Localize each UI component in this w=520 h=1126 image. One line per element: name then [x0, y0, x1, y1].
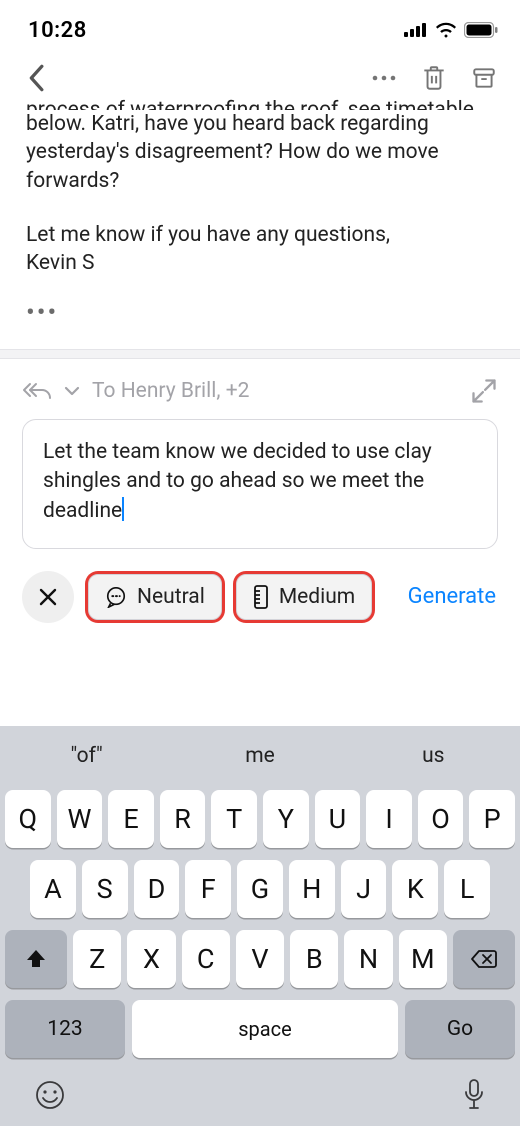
ai-controls-row: Neutral Medium Generate	[0, 549, 520, 639]
keyboard-bottom-row	[0, 1066, 520, 1118]
delete-button[interactable]	[416, 60, 452, 96]
key-row-bottom: 123 space Go	[0, 1000, 520, 1066]
email-body: process of waterproofing the roof, see t…	[0, 96, 520, 331]
chevron-left-icon	[27, 64, 45, 92]
reply-to-field[interactable]: To Henry Brill, +2	[92, 379, 458, 403]
key-row-1: Q W E R T Y U I O P	[5, 790, 515, 848]
close-icon	[38, 587, 58, 607]
tone-chip[interactable]: Neutral	[88, 574, 222, 620]
key-m[interactable]: M	[399, 930, 447, 988]
key-i[interactable]: I	[366, 790, 412, 848]
back-button[interactable]	[18, 60, 54, 96]
compose-container: Let the team know we decided to use clay…	[0, 419, 520, 549]
key-l[interactable]: L	[444, 860, 490, 918]
key-f[interactable]: F	[185, 860, 231, 918]
email-signoff-line1: Let me know if you have any questions,	[26, 221, 494, 249]
key-e[interactable]: E	[108, 790, 154, 848]
mic-key[interactable]	[462, 1078, 486, 1112]
ruler-icon	[253, 585, 269, 609]
suggestion-2[interactable]: me	[173, 744, 346, 768]
key-o[interactable]: O	[418, 790, 464, 848]
key-n[interactable]: N	[344, 930, 392, 988]
key-row-3: Z X C V B N M	[5, 930, 515, 988]
keyboard: "of" me us Q W E R T Y U I O P A S D F G…	[0, 726, 520, 1126]
key-k[interactable]: K	[392, 860, 438, 918]
suggestion-1[interactable]: "of"	[0, 744, 173, 768]
tone-chip-label: Neutral	[137, 585, 205, 609]
key-v[interactable]: V	[236, 930, 284, 988]
ellipsis-icon	[371, 74, 397, 82]
suggestion-3[interactable]: us	[347, 744, 520, 768]
signal-icon	[404, 23, 428, 37]
key-y[interactable]: Y	[263, 790, 309, 848]
key-w[interactable]: W	[57, 790, 103, 848]
status-indicators	[404, 22, 498, 38]
status-time: 10:28	[28, 18, 87, 43]
key-h[interactable]: H	[289, 860, 335, 918]
length-chip[interactable]: Medium	[236, 574, 372, 620]
reply-header: To Henry Brill, +2	[0, 359, 520, 419]
key-j[interactable]: J	[341, 860, 387, 918]
key-q[interactable]: Q	[5, 790, 51, 848]
more-button[interactable]	[366, 60, 402, 96]
email-truncated-text: process of waterproofing the roof, see t…	[26, 96, 494, 110]
key-d[interactable]: D	[134, 860, 180, 918]
archive-icon	[471, 65, 497, 91]
compose-text: Let the team know we decided to use clay…	[43, 440, 432, 523]
section-separator	[0, 349, 520, 359]
length-chip-label: Medium	[279, 585, 355, 609]
backspace-key[interactable]	[453, 930, 515, 988]
key-r[interactable]: R	[160, 790, 206, 848]
key-t[interactable]: T	[211, 790, 257, 848]
reply-all-icon[interactable]	[22, 380, 52, 402]
archive-button[interactable]	[466, 60, 502, 96]
key-c[interactable]: C	[182, 930, 230, 988]
battery-icon	[464, 22, 498, 38]
shift-key[interactable]	[5, 930, 67, 988]
key-g[interactable]: G	[237, 860, 283, 918]
wifi-icon	[435, 22, 457, 38]
expand-icon[interactable]	[470, 377, 498, 405]
close-ai-button[interactable]	[22, 571, 74, 623]
status-bar: 10:28	[0, 0, 520, 52]
trash-icon	[421, 64, 447, 92]
compose-input[interactable]: Let the team know we decided to use clay…	[22, 419, 498, 549]
email-paragraph: below. Katri, have you heard back regard…	[26, 110, 494, 195]
key-row-2: A S D F G H J K L	[5, 860, 515, 918]
text-cursor	[122, 497, 124, 521]
key-u[interactable]: U	[315, 790, 361, 848]
key-z[interactable]: Z	[73, 930, 121, 988]
expand-quoted-button[interactable]: •••	[26, 296, 494, 331]
email-signoff-line2: Kevin S	[26, 249, 494, 277]
space-key[interactable]: space	[132, 1000, 398, 1058]
key-s[interactable]: S	[82, 860, 128, 918]
generate-button[interactable]: Generate	[408, 584, 498, 609]
numbers-key[interactable]: 123	[5, 1000, 125, 1058]
go-key[interactable]: Go	[405, 1000, 515, 1058]
key-p[interactable]: P	[469, 790, 515, 848]
chat-icon	[105, 586, 127, 608]
shift-icon	[24, 947, 48, 971]
emoji-key[interactable]	[34, 1079, 66, 1111]
suggestion-bar: "of" me us	[0, 726, 520, 786]
key-x[interactable]: X	[127, 930, 175, 988]
chevron-down-icon[interactable]	[64, 386, 80, 396]
key-b[interactable]: B	[290, 930, 338, 988]
key-a[interactable]: A	[30, 860, 76, 918]
backspace-icon	[470, 948, 498, 970]
